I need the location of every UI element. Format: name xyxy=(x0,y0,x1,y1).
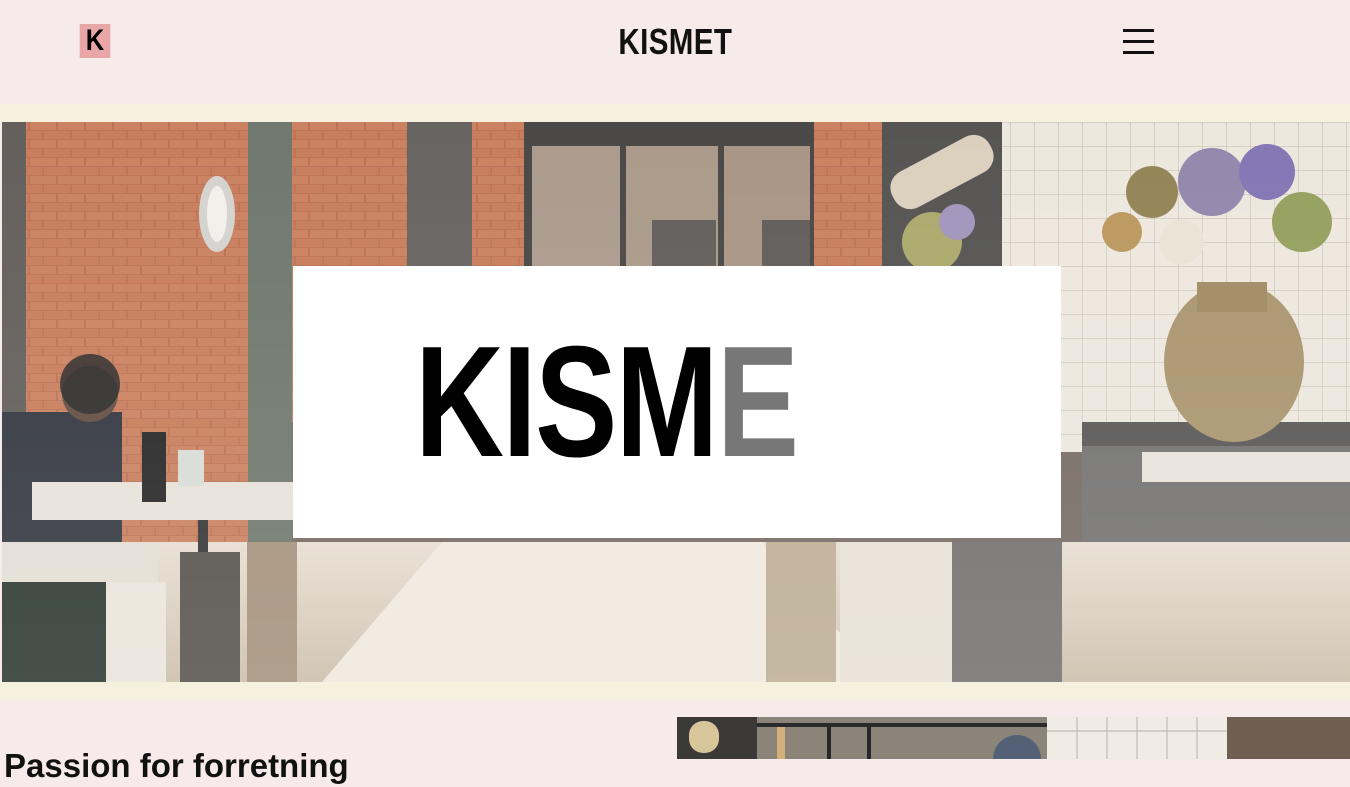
brand-title[interactable]: KISMET xyxy=(122,22,1229,62)
hero-bottom-strip xyxy=(0,682,1350,700)
site-header: K KISMET xyxy=(0,0,1350,104)
hero-logo-card: KISME xyxy=(293,266,1061,538)
hero-logo-text: KISME xyxy=(415,322,799,482)
logo-link[interactable]: K xyxy=(79,24,111,58)
hero-image: KISME xyxy=(2,122,1350,682)
section-photo xyxy=(677,717,1350,759)
logo-letter: K xyxy=(85,24,105,57)
hero-top-strip xyxy=(0,104,1350,122)
section-heading: Passion for forretning xyxy=(4,747,349,785)
hero-logo-solid-text: KISM xyxy=(415,314,718,490)
kitchen-photo xyxy=(677,717,1350,759)
hero-logo-faded-text: E xyxy=(716,314,799,490)
hamburger-menu-icon[interactable] xyxy=(1120,26,1156,60)
